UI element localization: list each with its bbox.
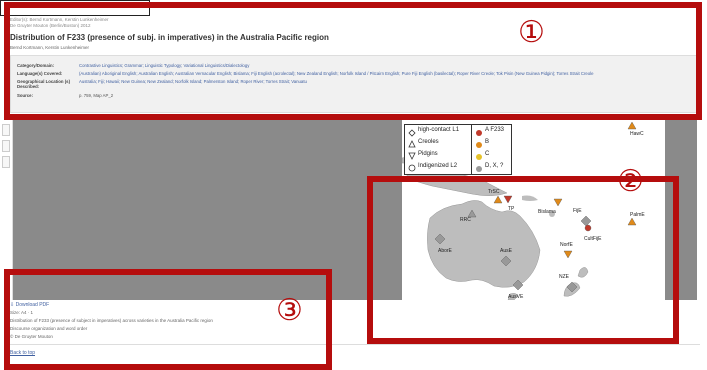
legend-shape-label: Indigenized L2 (418, 163, 458, 169)
annotation-box-2 (367, 176, 679, 344)
triangle-down-icon (408, 152, 416, 160)
legend-shape-label: Creoles (418, 139, 439, 145)
legend-value-label: C (485, 151, 490, 157)
color-dot-icon (476, 130, 482, 136)
color-dot-icon (476, 154, 482, 160)
map-legend: high-contact L1 Creoles Pidgins Indigeni… (404, 124, 512, 175)
annotation-number-2: ② (617, 164, 644, 199)
legend-value-label: B (485, 139, 490, 145)
legend-colors (476, 130, 482, 172)
legend-divider (471, 125, 472, 174)
legend-shape-label: high-contact L1 (418, 127, 460, 133)
annotation-number-1: ① (518, 15, 545, 50)
legend-shape-label: Pidgins (418, 151, 438, 157)
legend-shapes (408, 129, 416, 172)
color-dot-icon (476, 142, 482, 148)
legend-value-label: A F233 (485, 127, 505, 133)
marker-triangle[interactable] (627, 121, 637, 130)
annotation-box-1 (4, 2, 702, 120)
triangle-icon (408, 140, 416, 148)
legend-value-label: D, X, ? (485, 163, 504, 169)
circle-icon (408, 164, 416, 172)
color-dot-icon (476, 166, 482, 172)
toolbar-button[interactable] (2, 124, 10, 136)
diamond-icon (408, 129, 416, 137)
annotation-number-3: ③ (276, 293, 303, 328)
map-label: HawC (630, 131, 644, 137)
toolbar-button[interactable] (2, 140, 10, 152)
toolbar-button[interactable] (2, 156, 10, 168)
